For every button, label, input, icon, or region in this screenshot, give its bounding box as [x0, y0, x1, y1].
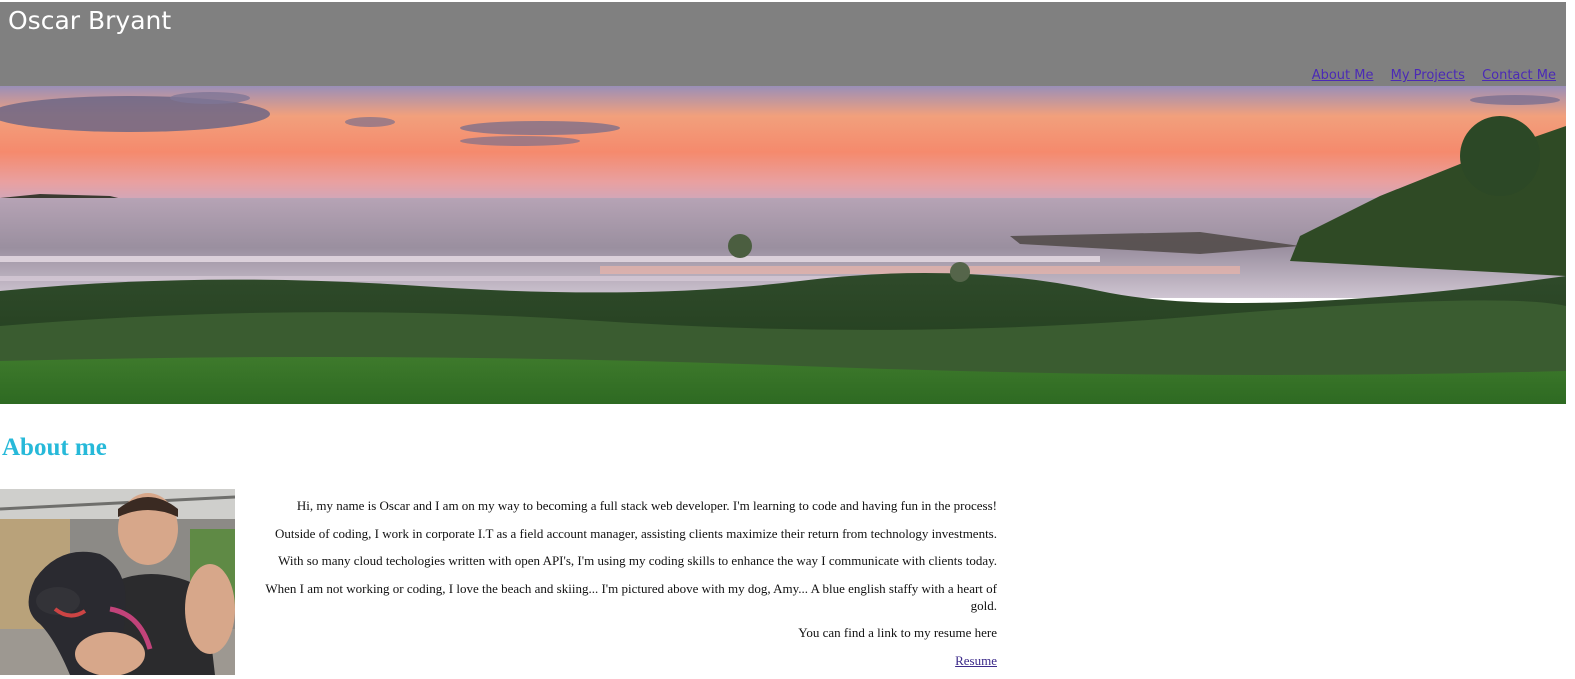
about-me-text: Hi, my name is Oscar and I am on my way … [240, 497, 997, 679]
sunset-beach-image [0, 86, 1566, 404]
site-title: Oscar Bryant [8, 6, 172, 35]
bio-paragraph: Hi, my name is Oscar and I am on my way … [296, 498, 997, 513]
bio-paragraph: With so many cloud techologies written w… [278, 553, 997, 568]
bio-paragraph: You can find a link to my resume here [798, 625, 997, 640]
hero-banner-image [0, 86, 1566, 404]
nav-link-about-me[interactable]: About Me [1312, 68, 1374, 83]
nav-link-my-projects[interactable]: My Projects [1391, 68, 1465, 83]
main-nav: About Me My Projects Contact Me [1299, 67, 1556, 85]
resume-link-line: Resume [240, 652, 997, 669]
bio-paragraph: Outside of coding, I work in corporate I… [275, 525, 997, 541]
resume-link[interactable]: Resume [955, 653, 997, 668]
about-me-heading: About me [2, 434, 107, 461]
site-header: Oscar Bryant About Me My Projects Contac… [0, 2, 1566, 86]
nav-link-contact-me[interactable]: Contact Me [1482, 68, 1556, 83]
bio-paragraph: When I am not working or coding, I love … [265, 580, 997, 613]
profile-photo [0, 489, 235, 675]
